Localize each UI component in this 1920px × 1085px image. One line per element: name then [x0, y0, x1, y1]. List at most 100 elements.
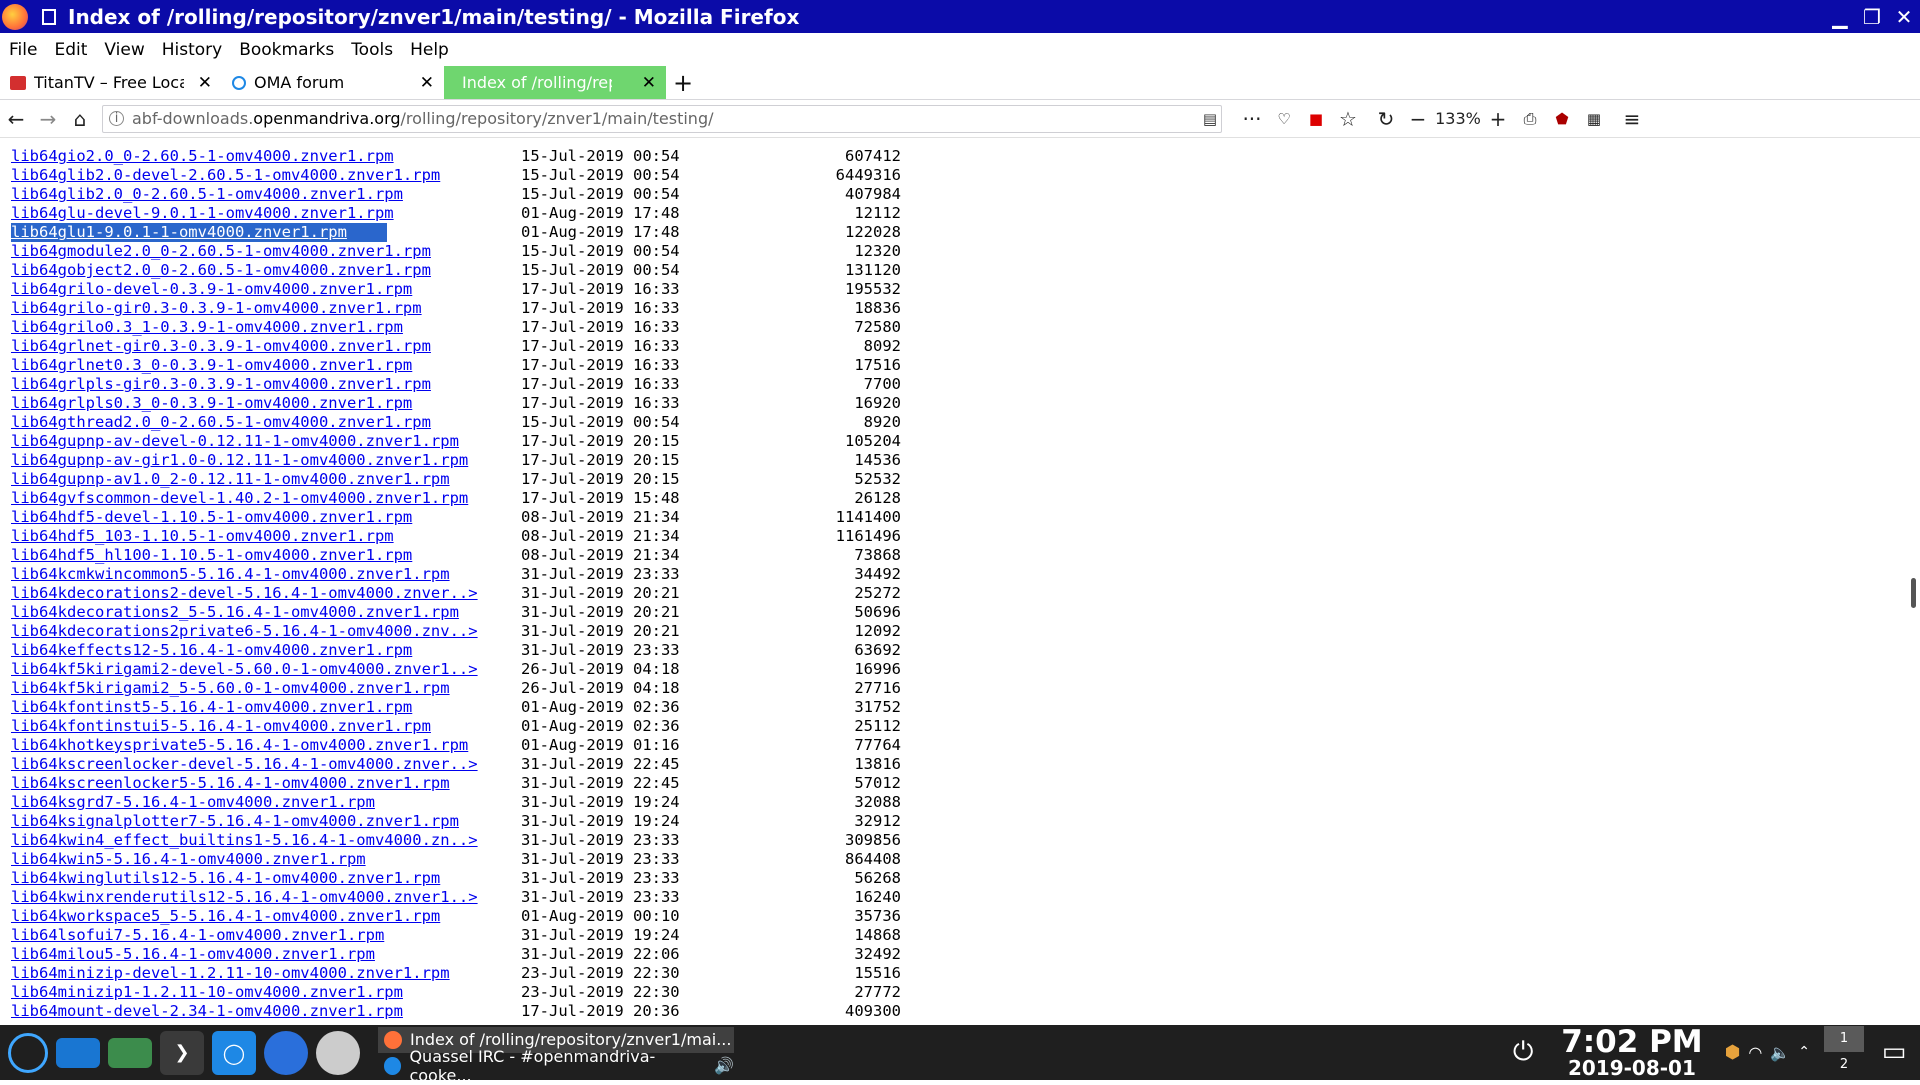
- file-link[interactable]: lib64kfontinst5-5.16.4-1-omv4000.znver1.…: [11, 698, 412, 717]
- file-link[interactable]: lib64hdf5-devel-1.10.5-1-omv4000.znver1.…: [11, 508, 412, 527]
- home-button[interactable]: ⌂: [64, 103, 96, 135]
- file-link[interactable]: lib64grlnet0.3_0-0.3.9-1-omv4000.znver1.…: [11, 356, 412, 375]
- file-link[interactable]: lib64hdf5_103-1.10.5-1-omv4000.znver1.rp…: [11, 527, 394, 546]
- file-link[interactable]: lib64gobject2.0_0-2.60.5-1-omv4000.znver…: [11, 261, 431, 280]
- close-tab-icon[interactable]: ✕: [420, 73, 434, 93]
- menu-bookmarks[interactable]: Bookmarks: [239, 40, 334, 60]
- tray-expand-icon[interactable]: ⌃: [1798, 1044, 1810, 1060]
- file-link[interactable]: lib64hdf5_hl100-1.10.5-1-omv4000.znver1.…: [11, 546, 412, 565]
- file-link[interactable]: lib64kwinxrenderutils12-5.16.4-1-omv4000…: [11, 888, 478, 907]
- scrollbar-thumb[interactable]: [1911, 578, 1916, 608]
- hamburger-menu-icon[interactable]: ≡: [1616, 103, 1648, 135]
- close-tab-icon[interactable]: ✕: [198, 73, 212, 93]
- file-link[interactable]: lib64kwin5-5.16.4-1-omv4000.znver1.rpm: [11, 850, 366, 869]
- file-link[interactable]: lib64gupnp-av1.0_2-0.12.11-1-omv4000.znv…: [11, 470, 450, 489]
- launcher-icon[interactable]: [8, 1032, 48, 1073]
- file-link[interactable]: lib64kwin4_effect_builtins1-5.16.4-1-omv…: [11, 831, 478, 850]
- file-link[interactable]: lib64kdecorations2_5-5.16.4-1-omv4000.zn…: [11, 603, 459, 622]
- file-link[interactable]: lib64keffects12-5.16.4-1-omv4000.znver1.…: [11, 641, 412, 660]
- file-link[interactable]: lib64kscreenlocker-devel-5.16.4-1-omv400…: [11, 755, 478, 774]
- menu-help[interactable]: Help: [410, 40, 449, 60]
- pager-desktop-1[interactable]: 1: [1824, 1026, 1864, 1053]
- file-link[interactable]: lib64minizip1-1.2.11-10-omv4000.znver1.r…: [11, 983, 403, 1002]
- reload-button[interactable]: ↻: [1370, 103, 1402, 135]
- new-tab-button[interactable]: +: [666, 66, 700, 99]
- package-updates-icon[interactable]: ⬢: [1725, 1042, 1741, 1063]
- file-link[interactable]: lib64kdecorations2-devel-5.16.4-1-omv400…: [11, 584, 478, 603]
- file-link[interactable]: lib64kf5kirigami2_5-5.60.0-1-omv4000.znv…: [11, 679, 450, 698]
- file-link[interactable]: lib64mount-devel-2.34-1-omv4000.znver1.r…: [11, 1002, 403, 1021]
- minimize-button[interactable]: ▁: [1824, 0, 1856, 33]
- close-window-button[interactable]: ✕: [1888, 0, 1920, 33]
- reader-view-icon[interactable]: ▤: [1199, 110, 1221, 128]
- file-link[interactable]: lib64kworkspace5_5-5.16.4-1-omv4000.znve…: [11, 907, 440, 926]
- file-link[interactable]: lib64kfontinstui5-5.16.4-1-omv4000.znver…: [11, 717, 431, 736]
- menu-view[interactable]: View: [104, 40, 144, 60]
- wifi-icon[interactable]: ◠: [1748, 1043, 1762, 1062]
- tab-titantv[interactable]: TitanTV – Free Local T ✕: [0, 66, 222, 99]
- zoom-level[interactable]: 133%: [1434, 109, 1482, 128]
- file-link[interactable]: lib64khotkeysprivate5-5.16.4-1-omv4000.z…: [11, 736, 468, 755]
- file-link[interactable]: lib64glu-devel-9.0.1-1-omv4000.znver1.rp…: [11, 204, 394, 223]
- file-link[interactable]: lib64milou5-5.16.4-1-omv4000.znver1.rpm: [11, 945, 375, 964]
- print-icon[interactable]: ⎙: [1514, 103, 1546, 135]
- zoom-in-button[interactable]: +: [1482, 103, 1514, 135]
- show-desktop-icon[interactable]: ▭: [1872, 1030, 1916, 1074]
- close-tab-icon[interactable]: ✕: [642, 73, 656, 93]
- forward-button[interactable]: →: [32, 103, 64, 135]
- file-link[interactable]: lib64glib2.0_0-2.60.5-1-omv4000.znver1.r…: [11, 185, 403, 204]
- tab-index-testing[interactable]: Index of /rolling/reposit ✕: [444, 66, 666, 99]
- file-link[interactable]: lib64gupnp-av-gir1.0-0.12.11-1-omv4000.z…: [11, 451, 468, 470]
- extension-grid-icon[interactable]: ▦: [1578, 103, 1610, 135]
- pager-desktop-2[interactable]: 2: [1824, 1052, 1864, 1078]
- file-link[interactable]: lib64gio2.0_0-2.60.5-1-omv4000.znver1.rp…: [11, 147, 394, 166]
- pocket-icon[interactable]: ♡: [1268, 103, 1300, 135]
- clock[interactable]: 7:02 PM 2019-08-01: [1561, 1026, 1702, 1080]
- menu-file[interactable]: File: [9, 40, 37, 60]
- back-button[interactable]: ←: [0, 103, 32, 135]
- file-link[interactable]: lib64kscreenlocker5-5.16.4-1-omv4000.znv…: [11, 774, 450, 793]
- file-link[interactable]: lib64gthread2.0_0-2.60.5-1-omv4000.znver…: [11, 413, 431, 432]
- file-link[interactable]: lib64kf5kirigami2-devel-5.60.0-1-omv4000…: [11, 660, 478, 679]
- tab-oma-forum[interactable]: OMA forum ✕: [222, 66, 444, 99]
- file-link[interactable]: lib64grlnet-gir0.3-0.3.9-1-omv4000.znver…: [11, 337, 431, 356]
- file-link[interactable]: lib64minizip-devel-1.2.11-10-omv4000.znv…: [11, 964, 450, 983]
- maximize-button[interactable]: ❐: [1856, 0, 1888, 33]
- file-link[interactable]: lib64grlpls-gir0.3-0.3.9-1-omv4000.znver…: [11, 375, 431, 394]
- file-link[interactable]: lib64grilo0.3_1-0.3.9-1-omv4000.znver1.r…: [11, 318, 403, 337]
- mail-icon[interactable]: [264, 1030, 308, 1075]
- bookmark-star-icon[interactable]: ☆: [1332, 103, 1364, 135]
- terminal-icon[interactable]: ❯: [160, 1030, 204, 1075]
- file-link[interactable]: lib64gvfscommon-devel-1.40.2-1-omv4000.z…: [11, 489, 468, 508]
- file-link[interactable]: lib64kwinglutils12-5.16.4-1-omv4000.znve…: [11, 869, 440, 888]
- file-link[interactable]: lib64grilo-gir0.3-0.3.9-1-omv4000.znver1…: [11, 299, 422, 318]
- file-link[interactable]: lib64kdecorations2private6-5.16.4-1-omv4…: [11, 622, 478, 641]
- file-link[interactable]: lib64grlpls0.3_0-0.3.9-1-omv4000.znver1.…: [11, 394, 412, 413]
- file-link[interactable]: lib64glu1-9.0.1-1-omv4000.znver1.rpm: [11, 223, 387, 242]
- menu-edit[interactable]: Edit: [54, 40, 87, 60]
- url-bar[interactable]: i abf-downloads. openmandriva.org/rolling…: [102, 104, 1222, 133]
- file-link[interactable]: lib64gmodule2.0_0-2.60.5-1-omv4000.znver…: [11, 242, 431, 261]
- ublock-icon[interactable]: ⬟: [1546, 103, 1578, 135]
- extension-icon[interactable]: ■: [1300, 103, 1332, 135]
- file-link[interactable]: lib64glib2.0-devel-2.60.5-1-omv4000.znve…: [11, 166, 440, 185]
- file-link[interactable]: lib64ksignalplotter7-5.16.4-1-omv4000.zn…: [11, 812, 459, 831]
- volume-icon[interactable]: 🔈: [1770, 1043, 1790, 1062]
- image-viewer-icon[interactable]: [108, 1037, 152, 1068]
- zoom-out-button[interactable]: −: [1402, 103, 1434, 135]
- file-link[interactable]: lib64kcmkwincommon5-5.16.4-1-omv4000.znv…: [11, 565, 450, 584]
- file-link[interactable]: lib64lsofui7-5.16.4-1-omv4000.znver1.rpm: [11, 926, 384, 945]
- search-app-icon[interactable]: ◯: [212, 1030, 256, 1075]
- browser-icon[interactable]: [316, 1030, 360, 1075]
- power-icon[interactable]: ⏻: [1501, 1030, 1545, 1074]
- file-manager-icon[interactable]: [56, 1037, 100, 1068]
- menu-history[interactable]: History: [162, 40, 222, 60]
- file-date: 01-Aug-2019 02:36: [521, 698, 680, 716]
- file-link[interactable]: lib64gupnp-av-devel-0.12.11-1-omv4000.zn…: [11, 432, 459, 451]
- site-info-icon[interactable]: i: [109, 111, 124, 126]
- page-actions-icon[interactable]: ···: [1236, 103, 1268, 135]
- file-link[interactable]: lib64grilo-devel-0.3.9-1-omv4000.znver1.…: [11, 280, 412, 299]
- task-quassel[interactable]: Quassel IRC - #openmandriva-cooke... 🔊: [378, 1047, 734, 1085]
- menu-tools[interactable]: Tools: [351, 40, 393, 60]
- file-link[interactable]: lib64ksgrd7-5.16.4-1-omv4000.znver1.rpm: [11, 793, 375, 812]
